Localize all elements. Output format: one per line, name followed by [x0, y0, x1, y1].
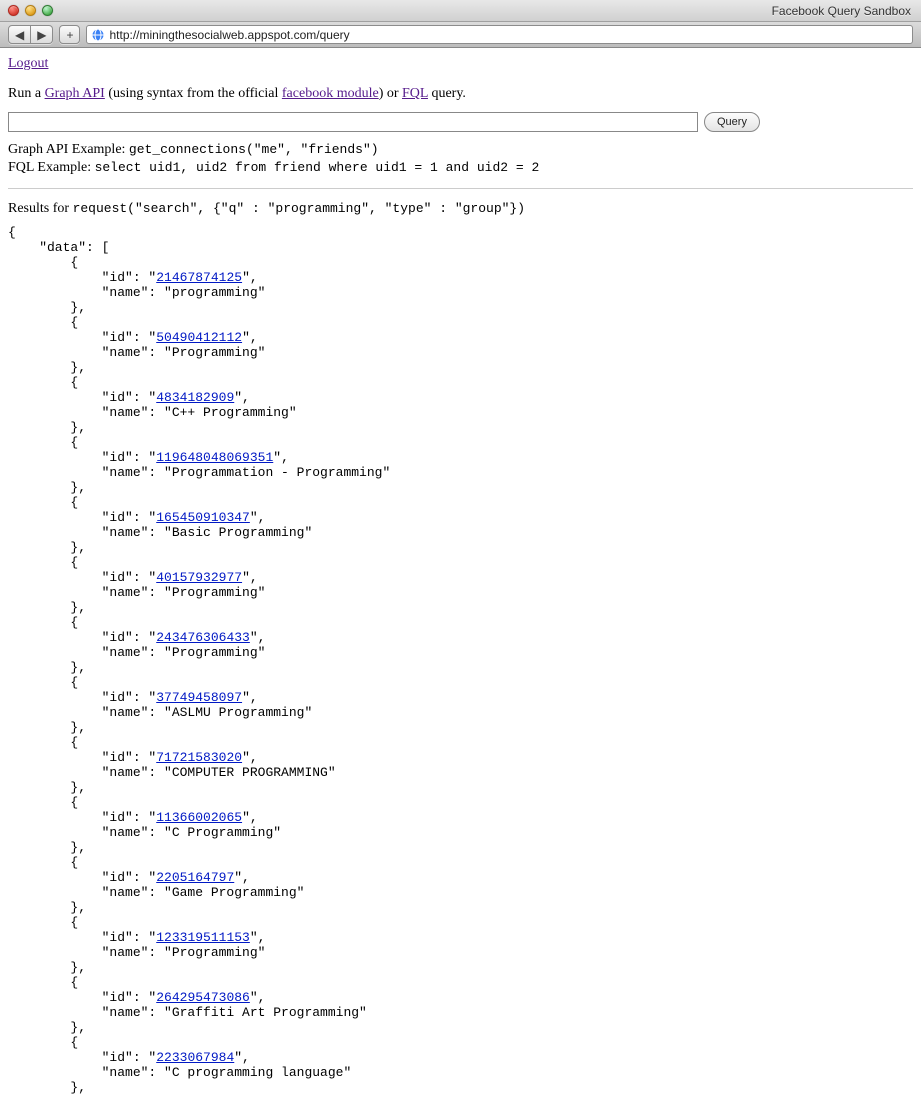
window-title: Facebook Query Sandbox	[772, 4, 911, 18]
results-header: Results for request("search", {"q" : "pr…	[8, 201, 913, 217]
result-id-link[interactable]: 2205164797	[156, 870, 234, 885]
fql-example-code: select uid1, uid2 from friend where uid1…	[95, 160, 540, 175]
result-id-link[interactable]: 165450910347	[156, 510, 250, 525]
result-id-link[interactable]: 119648048069351	[156, 450, 273, 465]
back-button[interactable]: ◀	[8, 25, 31, 44]
results-query-code: request("search", {"q" : "programming", …	[73, 201, 525, 216]
result-id-link[interactable]: 2233067984	[156, 1050, 234, 1065]
result-id-link[interactable]: 123319511153	[156, 930, 250, 945]
close-window-button[interactable]	[8, 5, 19, 16]
results-json: { "data": [ { "id": "21467874125", "name…	[8, 225, 913, 1095]
zoom-window-button[interactable]	[42, 5, 53, 16]
results-label: Results for	[8, 201, 73, 216]
graph-api-link[interactable]: Graph API	[45, 86, 105, 101]
minimize-window-button[interactable]	[25, 5, 36, 16]
separator	[8, 188, 913, 189]
fql-example: FQL Example: select uid1, uid2 from frie…	[8, 160, 913, 176]
query-row: Query	[8, 112, 913, 132]
fql-example-label: FQL Example:	[8, 160, 95, 175]
window-titlebar: Facebook Query Sandbox	[0, 0, 921, 22]
favicon-icon	[91, 28, 105, 42]
intro-mid2: ) or	[379, 86, 402, 101]
intro-text: Run a Graph API (using syntax from the o…	[8, 86, 913, 102]
result-id-link[interactable]: 71721583020	[156, 750, 242, 765]
graph-api-example-label: Graph API Example:	[8, 142, 129, 157]
result-id-link[interactable]: 4834182909	[156, 390, 234, 405]
forward-button[interactable]: ▶	[31, 25, 53, 44]
intro-prefix: Run a	[8, 86, 45, 101]
result-id-link[interactable]: 11366002065	[156, 810, 242, 825]
result-id-link[interactable]: 37749458097	[156, 690, 242, 705]
url-bar[interactable]: http://miningthesocialweb.appspot.com/qu…	[86, 25, 913, 44]
facebook-module-link[interactable]: facebook module	[282, 86, 379, 101]
result-id-link[interactable]: 50490412112	[156, 330, 242, 345]
result-id-link[interactable]: 40157932977	[156, 570, 242, 585]
logout-link[interactable]: Logout	[8, 56, 48, 72]
page-body: Logout Run a Graph API (using syntax fro…	[0, 48, 921, 1115]
query-input[interactable]	[8, 112, 698, 132]
add-button[interactable]: +	[59, 25, 80, 44]
browser-toolbar: ◀ ▶ + http://miningthesocialweb.appspot.…	[0, 22, 921, 48]
result-id-link[interactable]: 243476306433	[156, 630, 250, 645]
traffic-lights	[0, 5, 53, 16]
nav-group: ◀ ▶	[8, 25, 53, 44]
intro-mid1: (using syntax from the official	[105, 86, 282, 101]
fql-link[interactable]: FQL	[402, 86, 428, 101]
result-id-link[interactable]: 264295473086	[156, 990, 250, 1005]
url-text: http://miningthesocialweb.appspot.com/qu…	[109, 28, 349, 42]
query-button[interactable]: Query	[704, 112, 760, 132]
graph-api-example: Graph API Example: get_connections("me",…	[8, 142, 913, 158]
intro-suffix: query.	[428, 86, 466, 101]
graph-api-example-code: get_connections("me", "friends")	[129, 142, 379, 157]
result-id-link[interactable]: 21467874125	[156, 270, 242, 285]
